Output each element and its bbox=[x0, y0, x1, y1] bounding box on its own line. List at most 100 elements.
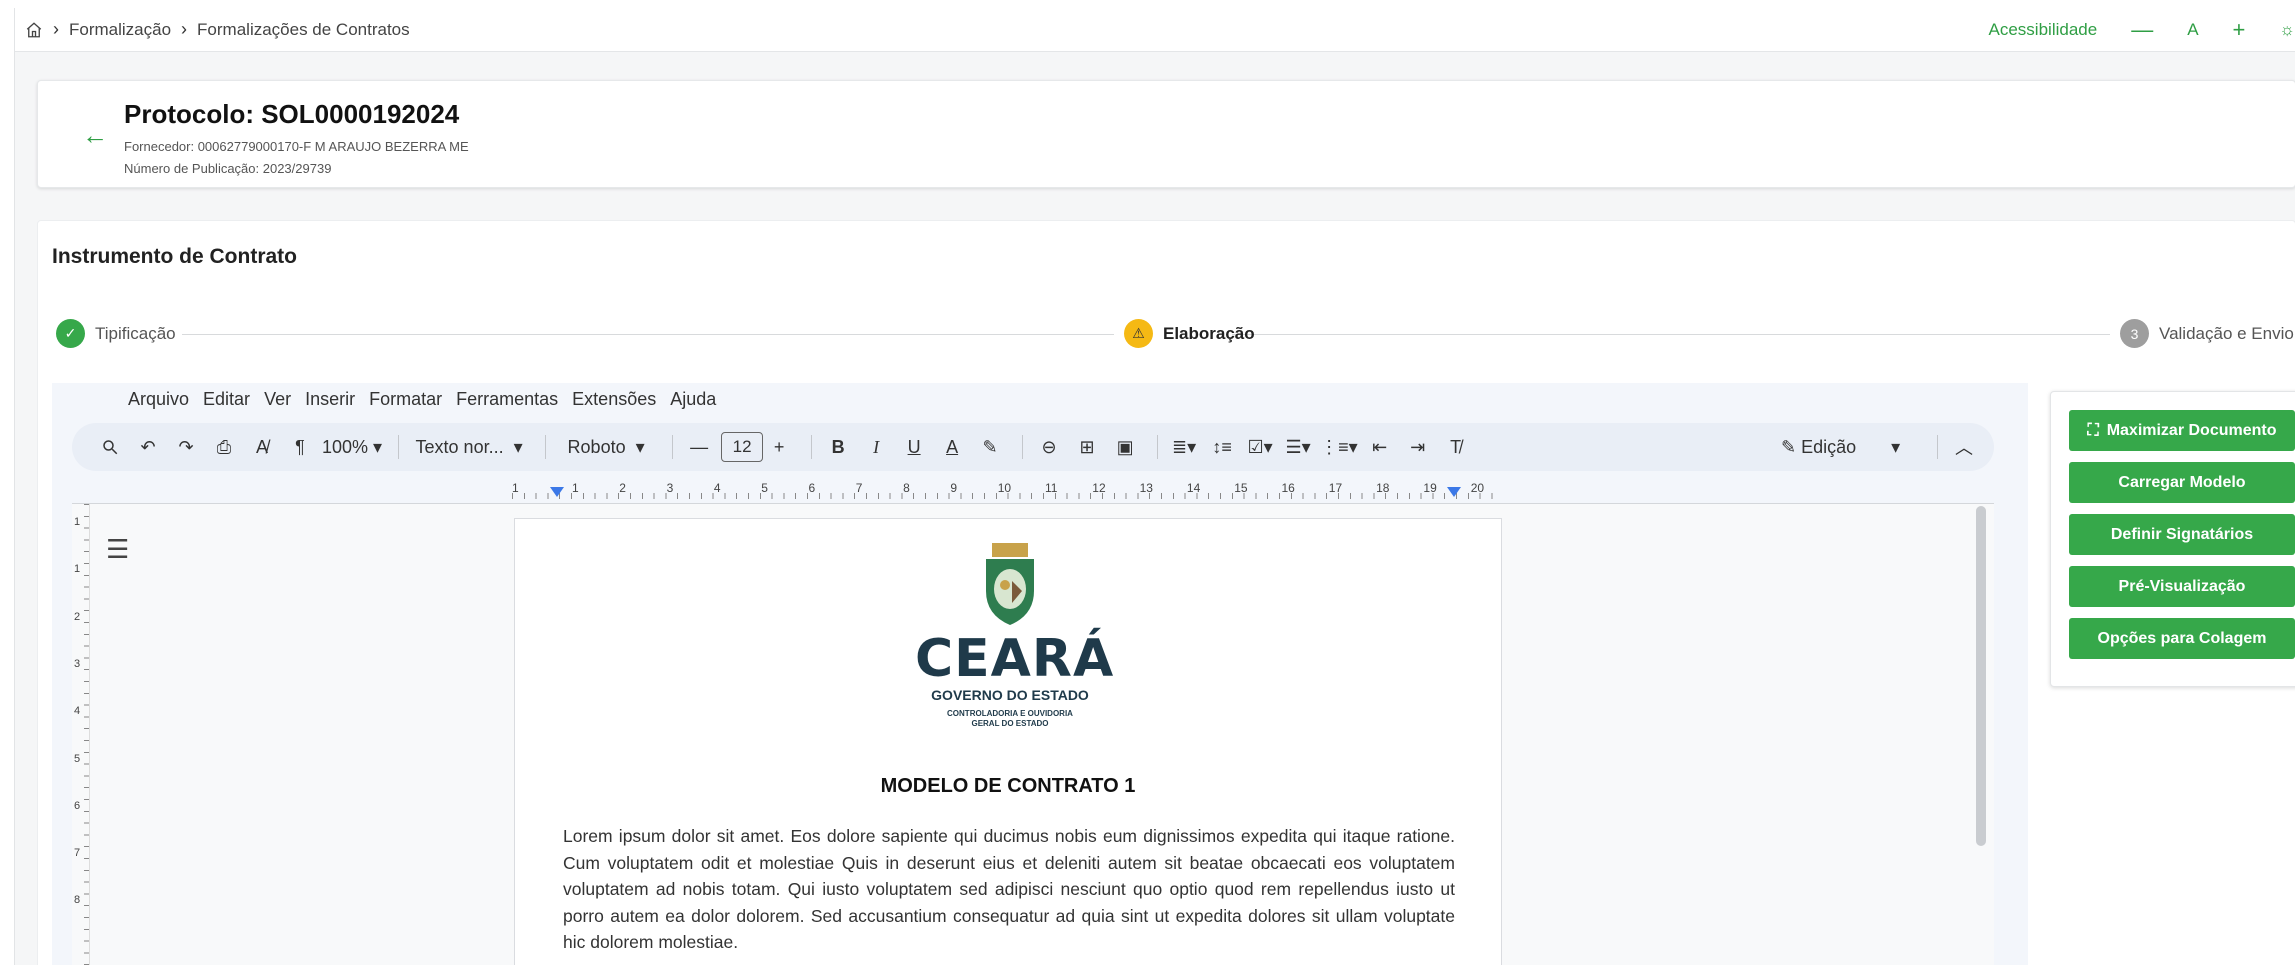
numbered-list-icon[interactable]: ⋮≡▾ bbox=[1320, 431, 1358, 463]
font-size-input[interactable]: 12 bbox=[721, 432, 764, 462]
step-connector bbox=[182, 334, 1114, 335]
vertical-ruler-number: 3 bbox=[74, 657, 81, 670]
document-page[interactable]: CEARÁ GOVERNO DO ESTADO CONTROLADORIA E … bbox=[514, 518, 1502, 965]
check-icon: ✓ bbox=[56, 319, 85, 348]
document-editor: Arquivo Editar Ver Inserir Formatar Ferr… bbox=[52, 383, 2028, 965]
back-arrow-icon[interactable]: ← bbox=[82, 122, 108, 148]
ruler-number: 18 bbox=[1376, 481, 1390, 495]
breadcrumb-item-formalizacao[interactable]: Formalização bbox=[69, 20, 171, 40]
zoom-select[interactable]: 100% ▾ bbox=[322, 431, 382, 463]
protocol-header-card: ← Protocolo: SOL0000192024 Fornecedor: 0… bbox=[37, 80, 2295, 188]
vertical-ruler-number: 1 bbox=[74, 516, 81, 528]
bullet-list-icon[interactable]: ☰▾ bbox=[1282, 431, 1314, 463]
style-select[interactable]: Texto nor... ▾ bbox=[409, 431, 529, 463]
menu-ver[interactable]: Ver bbox=[264, 389, 291, 410]
ruler-number: 2 bbox=[619, 481, 626, 495]
ruler-number: 1 bbox=[572, 481, 579, 495]
italic-icon[interactable]: I bbox=[860, 431, 892, 463]
accessibility-label: Acessibilidade bbox=[1988, 20, 2098, 39]
menu-arquivo[interactable]: Arquivo bbox=[128, 389, 189, 410]
toolbar-divider bbox=[672, 435, 674, 459]
vertical-ruler-number: 7 bbox=[74, 847, 81, 860]
redo-icon[interactable]: ↷ bbox=[170, 431, 202, 463]
define-signatories-button[interactable]: Definir Signatários bbox=[2069, 514, 2295, 555]
underline-icon[interactable]: U bbox=[898, 431, 930, 463]
actions-panel: ⛶ Maximizar Documento Carregar Modelo Def… bbox=[2050, 391, 2295, 687]
link-icon[interactable]: ⊖ bbox=[1033, 431, 1065, 463]
ruler-number: 20 bbox=[1470, 481, 1485, 495]
scrollbar[interactable] bbox=[1976, 506, 1986, 846]
logo-sub2-line: GERAL DO ESTADO bbox=[971, 719, 1049, 728]
reset-font-button[interactable]: A bbox=[2187, 20, 2198, 40]
ceara-logo: CEARÁ GOVERNO DO ESTADO CONTROLADORIA E … bbox=[915, 541, 1113, 741]
outline-icon[interactable]: ☰ bbox=[106, 534, 129, 565]
decrease-indent-icon[interactable]: ⇤ bbox=[1364, 431, 1396, 463]
chevron-up-icon[interactable]: ︿ bbox=[1948, 431, 1980, 463]
increase-indent-icon[interactable]: ⇥ bbox=[1402, 431, 1434, 463]
bold-icon[interactable]: B bbox=[822, 431, 854, 463]
align-icon[interactable]: ≣▾ bbox=[1168, 431, 1200, 463]
load-template-button[interactable]: Carregar Modelo bbox=[2069, 462, 2295, 503]
paste-options-button[interactable]: Opções para Colagem bbox=[2069, 618, 2295, 659]
spellcheck-icon[interactable]: A̸ bbox=[246, 431, 278, 463]
undo-icon[interactable]: ↶ bbox=[132, 431, 164, 463]
toolbar-divider bbox=[398, 435, 400, 459]
search-icon[interactable] bbox=[94, 431, 126, 463]
ruler-number: 14 bbox=[1186, 481, 1201, 495]
font-size-decrease-button[interactable]: — bbox=[683, 431, 715, 463]
accessibility-bar: Acessibilidade — A + ☼ bbox=[1989, 8, 2295, 52]
preview-button[interactable]: Pré-Visualização bbox=[2069, 566, 2295, 607]
coat-of-arms-icon bbox=[986, 543, 1034, 625]
editing-mode-select[interactable]: ✎ Edição ▾ bbox=[1781, 431, 1921, 463]
ruler-number: 15 bbox=[1234, 481, 1248, 495]
image-icon[interactable]: ▣ bbox=[1109, 431, 1141, 463]
step-elaboracao[interactable]: ⚠ Elaboração bbox=[1124, 319, 1255, 348]
menu-formatar[interactable]: Formatar bbox=[369, 389, 442, 410]
page-title: Protocolo: SOL0000192024 bbox=[124, 99, 460, 129]
ruler-number: 9 bbox=[950, 481, 958, 495]
decrease-font-button[interactable]: — bbox=[2131, 17, 2153, 43]
paint-format-icon[interactable]: ¶ bbox=[284, 431, 316, 463]
ruler-number: 11 bbox=[1045, 481, 1058, 495]
line-spacing-icon[interactable]: ↕≡ bbox=[1206, 431, 1238, 463]
maximize-document-button[interactable]: ⛶ Maximizar Documento bbox=[2069, 410, 2295, 451]
step-validacao[interactable]: 3 Validação e Envio bbox=[2120, 319, 2294, 348]
publication-number: Número de Publicação: 2023/29739 bbox=[124, 161, 332, 176]
menu-inserir[interactable]: Inserir bbox=[305, 389, 355, 410]
ruler-number: 19 bbox=[1423, 481, 1437, 495]
clear-formatting-icon[interactable]: T̸ bbox=[1440, 431, 1472, 463]
step-label: Validação e Envio bbox=[2159, 323, 2294, 343]
document-title: MODELO DE CONTRATO 1 bbox=[880, 775, 1136, 797]
font-select[interactable]: Roboto ▾ bbox=[556, 431, 656, 463]
ruler-number: 13 bbox=[1139, 481, 1153, 495]
document-body[interactable]: Lorem ipsum dolor sit amet. Eos dolore s… bbox=[563, 823, 1455, 956]
vertical-ruler-number: 1 bbox=[74, 563, 81, 576]
text-color-icon[interactable]: A bbox=[936, 431, 968, 463]
checklist-icon[interactable]: ☑▾ bbox=[1244, 431, 1276, 463]
logo-text-sub2: CONTROLADORIA E OUVIDORIA GERAL DO ESTAD… bbox=[915, 709, 1105, 729]
contrast-icon[interactable]: ☼ bbox=[2279, 20, 2295, 40]
step-tipificacao[interactable]: ✓ Tipificação bbox=[56, 319, 176, 348]
font-size-increase-button[interactable]: + bbox=[763, 431, 795, 463]
ruler-number: 7 bbox=[855, 481, 863, 495]
print-icon[interactable]: ⎙ bbox=[208, 431, 240, 463]
right-indent-marker-icon[interactable] bbox=[1447, 487, 1461, 497]
logo-text-sub: GOVERNO DO ESTADO bbox=[931, 687, 1089, 703]
highlight-icon[interactable]: ✎ bbox=[974, 431, 1006, 463]
menu-extensoes[interactable]: Extensões bbox=[572, 389, 656, 410]
mode-value: Edição bbox=[1801, 436, 1857, 457]
increase-font-button[interactable]: + bbox=[2233, 17, 2246, 43]
vertical-ruler-number: 2 bbox=[74, 610, 81, 623]
ruler-number: 17 bbox=[1328, 481, 1343, 495]
breadcrumb-item-formalizacoes[interactable]: Formalizações de Contratos bbox=[197, 20, 410, 40]
home-icon[interactable] bbox=[25, 21, 43, 39]
vertical-ruler-number: 8 bbox=[74, 894, 81, 907]
comment-icon[interactable]: ⊞ bbox=[1071, 431, 1103, 463]
editor-menu-bar: Arquivo Editar Ver Inserir Formatar Ferr… bbox=[128, 389, 730, 410]
vertical-ruler-number: 6 bbox=[74, 799, 81, 812]
menu-ferramentas[interactable]: Ferramentas bbox=[456, 389, 558, 410]
menu-ajuda[interactable]: Ajuda bbox=[670, 389, 716, 410]
menu-editar[interactable]: Editar bbox=[203, 389, 250, 410]
ruler-number: 5 bbox=[761, 481, 768, 495]
left-indent-marker-icon[interactable] bbox=[550, 487, 564, 497]
